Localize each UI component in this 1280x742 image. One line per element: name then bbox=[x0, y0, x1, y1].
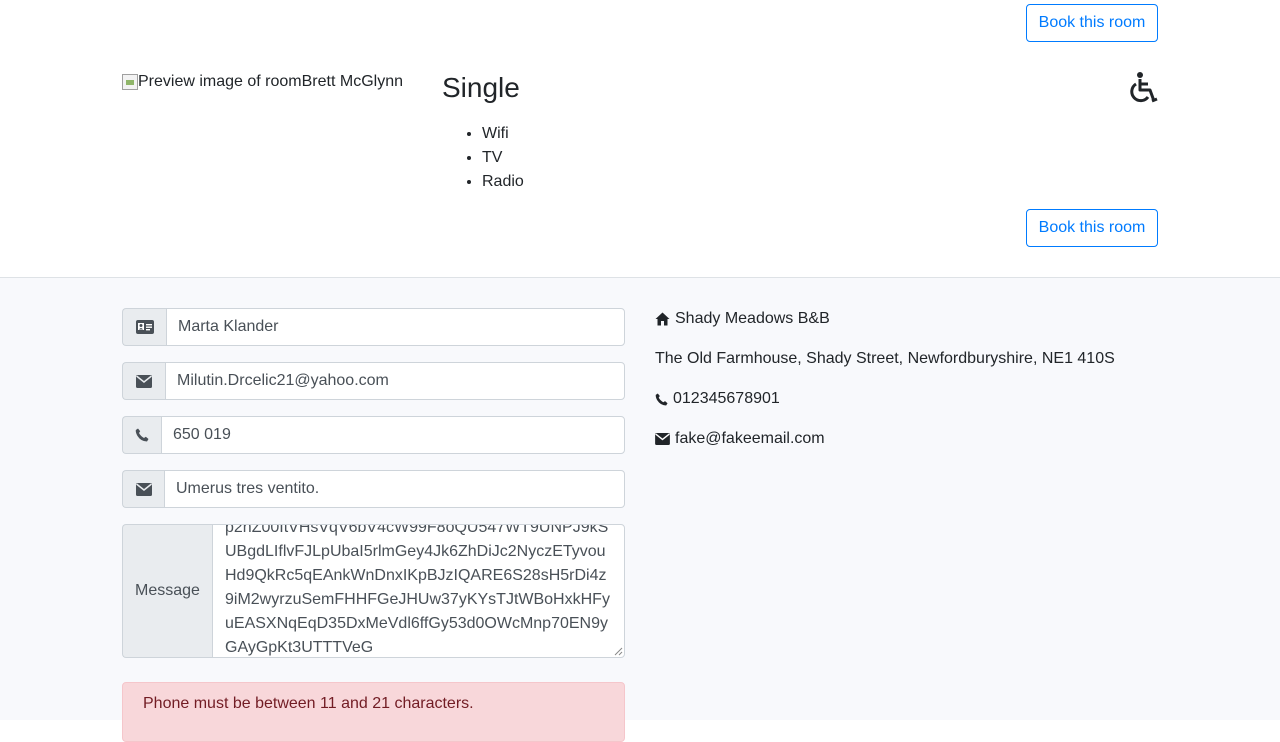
envelope-icon bbox=[655, 433, 670, 445]
contact-phone-text: 012345678901 bbox=[673, 390, 780, 407]
contact-address-text: The Old Farmhouse, Shady Street, Newford… bbox=[655, 350, 1115, 367]
subject-input-group: Umerus tres ventito. bbox=[122, 470, 625, 508]
feature-item: Radio bbox=[482, 170, 524, 194]
message-line: p2nZ00ItVHsVqV6bV4cW99F8oQU547WT9UNPJ9kS bbox=[225, 524, 609, 536]
feature-item: Wifi bbox=[482, 122, 524, 146]
message-line: GAyGpKt3UTTTVeG bbox=[225, 639, 374, 656]
contact-name: Shady Meadows B&B bbox=[655, 310, 830, 328]
name-field[interactable]: Marta Klander bbox=[166, 308, 625, 346]
phone-error-alert: Phone must be between 11 and 21 characte… bbox=[122, 682, 625, 742]
room-preview-image: Preview image of room Brett McGlynn bbox=[122, 73, 403, 91]
contact-address: The Old Farmhouse, Shady Street, Newford… bbox=[655, 350, 1115, 368]
message-text: p2nZ00ItVHsVqV6bV4cW99F8oQU547WT9UNPJ9kS… bbox=[225, 524, 615, 657]
contact-phone: 012345678901 bbox=[655, 390, 780, 408]
name-input-group: Marta Klander bbox=[122, 308, 625, 346]
envelope-icon bbox=[122, 470, 164, 508]
alert-text: Phone must be between 11 and 21 characte… bbox=[143, 695, 474, 712]
message-line: UBgdLIflvFJLpUbaI5rlmGey4Jk6ZhDiJc2NyczE… bbox=[225, 543, 606, 560]
message-input-group: Message p2nZ00ItVHsVqV6bV4cW99F8oQU547WT… bbox=[122, 524, 625, 658]
id-card-icon bbox=[122, 308, 166, 346]
room-features-list: Wifi TV Radio bbox=[482, 122, 524, 194]
wheelchair-icon bbox=[1130, 72, 1158, 103]
resize-handle-icon[interactable] bbox=[613, 646, 623, 656]
envelope-icon bbox=[122, 362, 165, 400]
home-icon bbox=[655, 312, 670, 326]
room-title: Single bbox=[442, 72, 520, 103]
feature-item: TV bbox=[482, 146, 524, 170]
message-textarea[interactable]: p2nZ00ItVHsVqV6bV4cW99F8oQU547WT9UNPJ9kS… bbox=[212, 524, 625, 658]
email-field[interactable]: Milutin.Drcelic21@yahoo.com bbox=[165, 362, 625, 400]
message-label: Message bbox=[122, 524, 212, 658]
contact-name-text: Shady Meadows B&B bbox=[675, 310, 830, 327]
room-image-alt: Preview image of room bbox=[138, 73, 302, 90]
contact-email-text: fake@fakeemail.com bbox=[675, 430, 825, 447]
phone-icon bbox=[122, 416, 161, 454]
subject-field[interactable]: Umerus tres ventito. bbox=[164, 470, 625, 508]
room-section: Book this room Preview image of room Bret… bbox=[0, 0, 1280, 278]
phone-icon bbox=[655, 392, 668, 406]
phone-field[interactable]: 650 019 bbox=[161, 416, 625, 454]
contact-email: fake@fakeemail.com bbox=[655, 430, 825, 448]
message-line: uEASXNqEqD35DxMeVdl6ffGy53d0OWcMnp70EN9y bbox=[225, 615, 608, 632]
phone-input-group: 650 019 bbox=[122, 416, 625, 454]
room-image-caption: Brett McGlynn bbox=[301, 73, 403, 90]
broken-image-icon bbox=[122, 74, 138, 90]
book-room-button-top[interactable]: Book this room bbox=[1026, 4, 1158, 42]
email-input-group: Milutin.Drcelic21@yahoo.com bbox=[122, 362, 625, 400]
message-line: 9iM2wyrzuSemFHHFGeJHUw37yKYsTJtWBoHxkHFy bbox=[225, 591, 610, 608]
message-line: Hd9QkRc5qEAnkWnDnxIKpBJzIQARE6S28sH5rDi4… bbox=[225, 567, 607, 584]
book-room-button-bottom[interactable]: Book this room bbox=[1026, 209, 1158, 247]
